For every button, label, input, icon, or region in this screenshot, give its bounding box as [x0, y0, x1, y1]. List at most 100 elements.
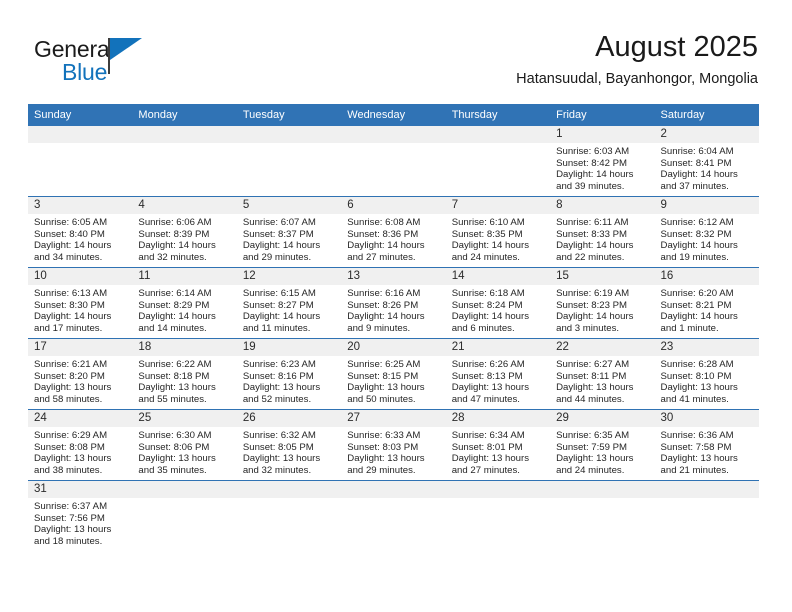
daylight-line-1: Daylight: 13 hours [660, 382, 738, 394]
day-number: 16 [654, 268, 759, 285]
general-blue-logo[interactable]: General Blue [34, 36, 234, 94]
day-number: 30 [654, 410, 759, 427]
calendar-day-cell[interactable]: 11 Sunrise: 6:14 AM Sunset: 8:29 PM Dayligh… [132, 267, 237, 339]
day-sun-info: Sunrise: 6:22 AM Sunset: 8:18 PM Daylight:… [132, 356, 236, 405]
sunrise-line: Sunrise: 6:10 AM [451, 217, 525, 228]
calendar-empty-cell [341, 126, 446, 197]
calendar-day-cell[interactable]: 28 Sunrise: 6:34 AM Sunset: 8:01 PM Dayligh… [445, 409, 551, 481]
day-sun-info: Sunrise: 6:30 AM Sunset: 8:06 PM Daylight:… [132, 427, 236, 476]
calendar-day-cell[interactable]: 14 Sunrise: 6:18 AM Sunset: 8:24 PM Dayligh… [445, 267, 551, 339]
day-number: 18 [132, 339, 237, 356]
daylight-line-1: Daylight: 14 hours [138, 240, 216, 252]
daylight-line-2: and 32 minutes. [242, 464, 312, 476]
day-number: 19 [236, 339, 342, 356]
sunset-line: Sunset: 8:29 PM [138, 299, 210, 311]
sunset-line: Sunset: 8:40 PM [34, 228, 105, 240]
sunrise-sunset-calendar-table: Sunday Monday Tuesday Wednesday Thursday… [28, 104, 759, 559]
calendar-day-cell[interactable]: 9 Sunrise: 6:12 AM Sunset: 8:32 PM Daylight… [654, 196, 759, 268]
sunset-line: Sunset: 8:33 PM [556, 228, 628, 240]
daylight-line-1: Daylight: 13 hours [660, 453, 738, 465]
calendar-day-cell[interactable]: 13 Sunrise: 6:16 AM Sunset: 8:26 PM Dayligh… [341, 267, 446, 339]
day-number: 28 [445, 410, 551, 427]
calendar-day-cell[interactable]: 31 Sunrise: 6:37 AM Sunset: 7:56 PM Dayligh… [28, 480, 133, 559]
day-number: 31 [28, 481, 133, 498]
calendar-day-cell[interactable]: 30 Sunrise: 6:36 AM Sunset: 7:58 PM Dayligh… [654, 409, 759, 481]
calendar-day-cell[interactable]: 27 Sunrise: 6:33 AM Sunset: 8:03 PM Dayligh… [341, 409, 446, 481]
calendar-day-cell[interactable]: 2 Sunrise: 6:04 AM Sunset: 8:41 PM Daylight… [654, 126, 759, 197]
calendar-day-cell[interactable]: 19 Sunrise: 6:23 AM Sunset: 8:16 PM Dayligh… [236, 338, 342, 410]
calendar-day-cell[interactable]: 26 Sunrise: 6:32 AM Sunset: 8:05 PM Dayligh… [236, 409, 342, 481]
sunset-line: Sunset: 8:24 PM [451, 299, 523, 311]
daylight-line-1: Daylight: 14 hours [556, 240, 634, 252]
calendar-day-cell[interactable]: 10 Sunrise: 6:13 AM Sunset: 8:30 PM Dayligh… [28, 267, 133, 339]
calendar-day-cell[interactable]: 3 Sunrise: 6:05 AM Sunset: 8:40 PM Daylight… [28, 196, 133, 268]
sunset-line: Sunset: 7:56 PM [34, 512, 105, 524]
weekday-header-thursday: Thursday [445, 104, 551, 126]
calendar-day-cell[interactable]: 17 Sunrise: 6:21 AM Sunset: 8:20 PM Dayligh… [28, 338, 133, 410]
daylight-line-1: Daylight: 13 hours [242, 453, 321, 465]
day-number: 8 [550, 197, 655, 214]
calendar-body: 1 Sunrise: 6:03 AM Sunset: 8:42 PM Daylight… [28, 126, 759, 559]
calendar-day-cell[interactable]: 25 Sunrise: 6:30 AM Sunset: 8:06 PM Dayligh… [132, 409, 237, 481]
day-sun-info: Sunrise: 6:33 AM Sunset: 8:03 PM Daylight:… [341, 427, 445, 476]
calendar-day-cell[interactable]: 5 Sunrise: 6:07 AM Sunset: 8:37 PM Daylight… [236, 196, 342, 268]
calendar-day-cell[interactable]: 16 Sunrise: 6:20 AM Sunset: 8:21 PM Dayligh… [654, 267, 759, 339]
daylight-line-1: Daylight: 13 hours [347, 453, 425, 465]
calendar-day-cell[interactable]: 21 Sunrise: 6:26 AM Sunset: 8:13 PM Dayligh… [445, 338, 551, 410]
weekday-header-saturday: Saturday [654, 104, 759, 126]
sunset-line: Sunset: 8:15 PM [347, 370, 419, 382]
daylight-line-1: Daylight: 13 hours [347, 382, 425, 394]
daylight-line-1: Daylight: 14 hours [138, 311, 216, 323]
daylight-line-2: and 29 minutes. [347, 464, 416, 476]
calendar-week-row: 10 Sunrise: 6:13 AM Sunset: 8:30 PM Dayligh… [28, 267, 759, 339]
calendar-day-cell[interactable]: 22 Sunrise: 6:27 AM Sunset: 8:11 PM Dayligh… [550, 338, 655, 410]
calendar-day-cell[interactable]: 18 Sunrise: 6:22 AM Sunset: 8:18 PM Dayligh… [132, 338, 237, 410]
calendar-day-cell[interactable]: 4 Sunrise: 6:06 AM Sunset: 8:39 PM Daylight… [132, 196, 237, 268]
day-number: 11 [132, 268, 237, 285]
calendar-day-cell[interactable]: 1 Sunrise: 6:03 AM Sunset: 8:42 PM Daylight… [550, 126, 655, 197]
day-sun-info: Sunrise: 6:15 AM Sunset: 8:27 PM Daylight:… [237, 285, 341, 334]
day-number: 9 [654, 197, 759, 214]
day-number [550, 481, 655, 498]
daylight-line-2: and 22 minutes. [556, 251, 625, 263]
sunrise-line: Sunrise: 6:27 AM [556, 359, 630, 370]
sunrise-line: Sunrise: 6:13 AM [34, 288, 108, 299]
calendar-day-cell[interactable]: 8 Sunrise: 6:11 AM Sunset: 8:33 PM Daylight… [550, 196, 655, 268]
calendar-day-cell[interactable]: 12 Sunrise: 6:15 AM Sunset: 8:27 PM Dayligh… [236, 267, 342, 339]
daylight-line-1: Daylight: 14 hours [242, 311, 321, 323]
day-number [341, 126, 446, 143]
day-sun-info: Sunrise: 6:06 AM Sunset: 8:39 PM Daylight:… [132, 214, 236, 263]
calendar-day-cell[interactable]: 6 Sunrise: 6:08 AM Sunset: 8:36 PM Daylight… [341, 196, 446, 268]
calendar-day-cell[interactable]: 15 Sunrise: 6:19 AM Sunset: 8:23 PM Dayligh… [550, 267, 655, 339]
sunset-line: Sunset: 8:26 PM [347, 299, 419, 311]
calendar-day-cell[interactable]: 20 Sunrise: 6:25 AM Sunset: 8:15 PM Dayligh… [341, 338, 446, 410]
sunset-line: Sunset: 8:20 PM [34, 370, 105, 382]
weekday-header-sunday: Sunday [28, 104, 133, 126]
sunrise-line: Sunrise: 6:20 AM [660, 288, 734, 299]
sunset-line: Sunset: 8:39 PM [138, 228, 210, 240]
sunrise-line: Sunrise: 6:25 AM [347, 359, 421, 370]
sunrise-line: Sunrise: 6:29 AM [34, 430, 108, 441]
sunset-line: Sunset: 7:58 PM [660, 441, 732, 453]
daylight-line-2: and 50 minutes. [347, 393, 416, 405]
daylight-line-1: Daylight: 13 hours [138, 382, 216, 394]
logo-text-blue: Blue [62, 59, 108, 85]
calendar-day-cell[interactable]: 23 Sunrise: 6:28 AM Sunset: 8:10 PM Dayligh… [654, 338, 759, 410]
day-number: 6 [341, 197, 446, 214]
daylight-line-2: and 27 minutes. [347, 251, 416, 263]
calendar-day-cell[interactable]: 29 Sunrise: 6:35 AM Sunset: 7:59 PM Dayligh… [550, 409, 655, 481]
sunset-line: Sunset: 8:42 PM [556, 157, 628, 169]
sunrise-line: Sunrise: 6:05 AM [34, 217, 108, 228]
weekday-header-monday: Monday [132, 104, 237, 126]
day-number: 12 [236, 268, 342, 285]
calendar-day-cell[interactable]: 7 Sunrise: 6:10 AM Sunset: 8:35 PM Daylight… [445, 196, 551, 268]
daylight-line-1: Daylight: 13 hours [138, 453, 216, 465]
daylight-line-1: Daylight: 14 hours [242, 240, 321, 252]
daylight-line-1: Daylight: 14 hours [556, 311, 634, 323]
sunrise-line: Sunrise: 6:26 AM [451, 359, 525, 370]
day-sun-info: Sunrise: 6:12 AM Sunset: 8:32 PM Daylight:… [655, 214, 759, 263]
day-number: 15 [550, 268, 655, 285]
sunrise-line: Sunrise: 6:37 AM [34, 501, 108, 512]
calendar-day-cell[interactable]: 24 Sunrise: 6:29 AM Sunset: 8:08 PM Dayligh… [28, 409, 133, 481]
sunrise-line: Sunrise: 6:35 AM [556, 430, 630, 441]
